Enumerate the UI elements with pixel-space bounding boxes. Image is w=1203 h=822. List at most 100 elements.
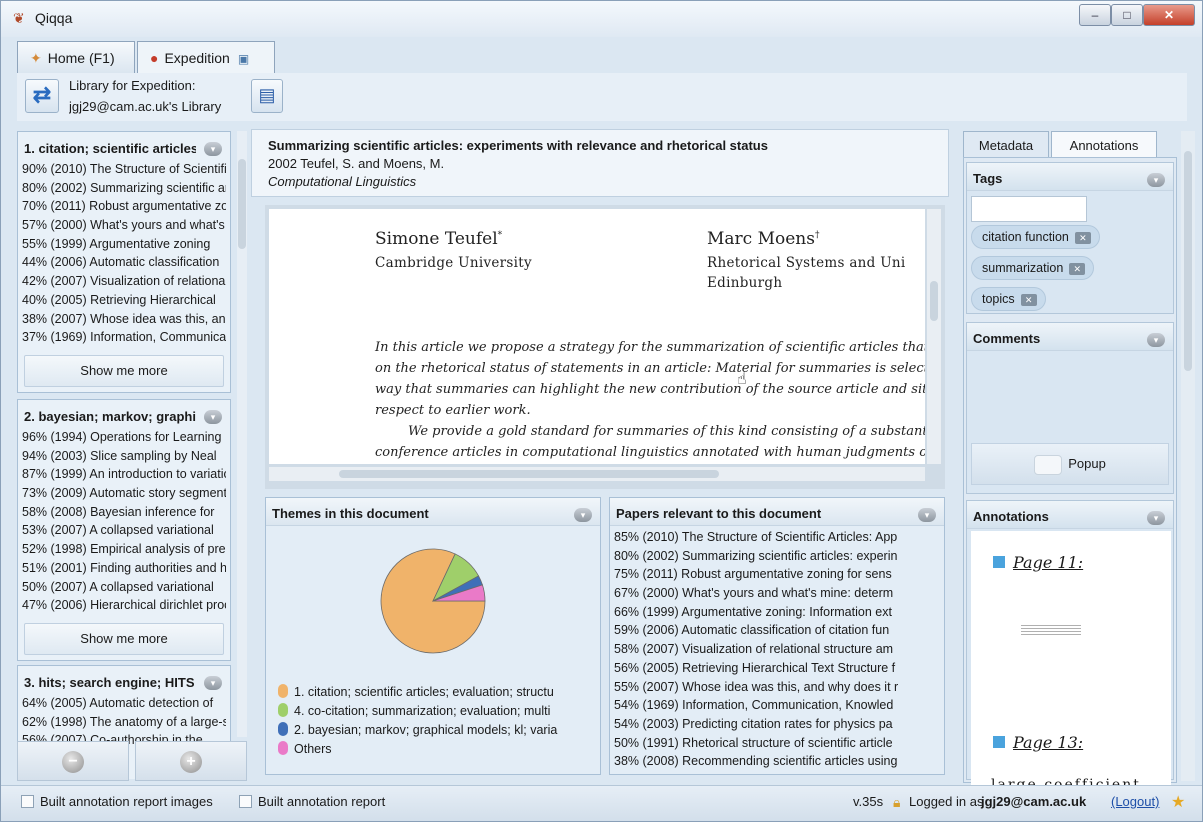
- list-item[interactable]: 54% (2003) Predicting citation rates for…: [614, 717, 924, 736]
- remove-tag-icon[interactable]: ✕: [1020, 294, 1037, 306]
- list-item[interactable]: 64% (2005) Automatic detection of: [18, 696, 226, 715]
- topics-scrollbar[interactable]: [237, 131, 247, 737]
- topic-title[interactable]: 2. bayesian; markov; graphical: [18, 400, 196, 430]
- list-item[interactable]: 58% (2008) Bayesian inference for: [18, 505, 226, 524]
- list-item[interactable]: 50% (1991) Rhetorical structure of scien…: [614, 736, 924, 755]
- properties-scrollbar[interactable]: [1181, 131, 1195, 781]
- collapse-icon[interactable]: ▾: [918, 508, 936, 522]
- topic-title[interactable]: 3. hits; search engine; HITS: [18, 666, 196, 696]
- annotations-list: Page 11: Page 13: large coefficient: [971, 531, 1171, 801]
- remove-tag-icon[interactable]: ✕: [1069, 263, 1086, 275]
- relevant-papers-list: 85% (2010) The Structure of Scientific A…: [610, 526, 944, 773]
- topics-column: 1. citation; scientific articles ▾ 90% (…: [17, 129, 233, 779]
- collapse-icon[interactable]: ▾: [204, 676, 222, 690]
- scroll-thumb[interactable]: [238, 159, 246, 249]
- tab-metadata[interactable]: Metadata: [963, 131, 1049, 157]
- list-item[interactable]: 53% (2007) A collapsed variational: [18, 523, 226, 542]
- annotation-thumbnail[interactable]: [1021, 623, 1081, 635]
- list-item[interactable]: 37% (1969) Information, Communication: [18, 330, 226, 349]
- scroll-thumb[interactable]: [930, 281, 938, 321]
- topic-title[interactable]: 1. citation; scientific articles: [18, 132, 196, 162]
- collapse-icon[interactable]: ▾: [574, 508, 592, 522]
- list-item[interactable]: 51% (2001) Finding authorities and hubs: [18, 561, 226, 580]
- list-item[interactable]: 87% (1999) An introduction to variationa…: [18, 467, 226, 486]
- collapse-icon[interactable]: ▾: [1147, 173, 1165, 187]
- tag-chip[interactable]: citation function ✕: [971, 225, 1100, 249]
- list-item[interactable]: 62% (1998) The anatomy of a large-scale: [18, 715, 226, 734]
- viewer-vertical-scrollbar[interactable]: [927, 209, 941, 464]
- list-item[interactable]: 55% (2007) Whose idea was this, and why …: [614, 680, 924, 699]
- list-item[interactable]: 52% (1998) Empirical analysis of predict…: [18, 542, 226, 561]
- legend-item: 2. bayesian; markov; graphical models; k…: [278, 722, 590, 741]
- tab-expedition[interactable]: ● Expedition ▣: [137, 41, 275, 75]
- list-item[interactable]: 55% (1999) Argumentative zoning: [18, 237, 226, 256]
- list-item[interactable]: 38% (2008) Recommending scientific artic…: [614, 754, 924, 773]
- fewer-topics-button[interactable]: −: [17, 741, 129, 781]
- tab-annotations[interactable]: Annotations: [1051, 131, 1157, 157]
- show-more-button[interactable]: Show me more: [24, 622, 224, 655]
- list-item[interactable]: 73% (2009) Automatic story segmentation: [18, 486, 226, 505]
- list-item[interactable]: 90% (2010) The Structure of Scientific A…: [18, 162, 226, 181]
- author-1: Simone Teufel*: [375, 229, 503, 249]
- lighthouse-icon: ✦: [30, 50, 42, 66]
- list-item[interactable]: 59% (2006) Automatic classification of c…: [614, 623, 924, 642]
- list-item[interactable]: 56% (2005) Retrieving Hierarchical Text …: [614, 661, 924, 680]
- document-authors: 2002 Teufel, S. and Moens, M.: [268, 156, 445, 171]
- list-item[interactable]: 40% (2005) Retrieving Hierarchical: [18, 293, 226, 312]
- list-item[interactable]: 70% (2011) Robust argumentative zoning: [18, 199, 226, 218]
- choose-library-button[interactable]: ▤: [251, 79, 283, 113]
- tag-chip[interactable]: topics ✕: [971, 287, 1046, 311]
- collapse-icon[interactable]: ▾: [1147, 333, 1165, 347]
- minus-icon: −: [62, 751, 84, 773]
- list-item[interactable]: 54% (1969) Information, Communication, K…: [614, 698, 924, 717]
- document-header: Summarizing scientific articles: experim…: [251, 129, 949, 197]
- viewer-horizontal-scrollbar[interactable]: [269, 467, 925, 481]
- tag-input[interactable]: [971, 196, 1087, 222]
- annotation-link[interactable]: Page 11:: [993, 553, 1083, 572]
- list-item[interactable]: 96% (1994) Operations for Learning: [18, 430, 226, 449]
- star-icon[interactable]: ★: [1171, 792, 1185, 812]
- pdf-viewer[interactable]: Simone Teufel* Cambridge University Marc…: [265, 205, 945, 489]
- tab-home[interactable]: ✦ Home (F1): [17, 41, 135, 73]
- list-item[interactable]: 80% (2002) Summarizing scientific articl…: [614, 549, 924, 568]
- popup-button[interactable]: Popup: [971, 443, 1169, 485]
- annotation-link[interactable]: Page 13:: [993, 733, 1083, 752]
- maximize-button[interactable]: □: [1111, 4, 1143, 26]
- refresh-button[interactable]: ⇄: [25, 79, 59, 113]
- list-item[interactable]: 50% (2007) A collapsed variational: [18, 580, 226, 599]
- scroll-thumb[interactable]: [339, 470, 719, 478]
- list-item[interactable]: 47% (2006) Hierarchical dirichlet proces…: [18, 598, 226, 617]
- list-item[interactable]: 38% (2007) Whose idea was this, and: [18, 312, 226, 331]
- themes-panel: Themes in this document ▾ 1. citation; s…: [265, 497, 601, 775]
- list-item[interactable]: 75% (2011) Robust argumentative zoning f…: [614, 567, 924, 586]
- tab-close-icon[interactable]: ▣: [238, 52, 249, 66]
- scroll-thumb[interactable]: [1184, 151, 1192, 371]
- list-item[interactable]: 58% (2007) Visualization of relational s…: [614, 642, 924, 661]
- topics-footer: − +: [17, 739, 249, 783]
- comments-title: Comments: [967, 323, 1173, 351]
- remove-tag-icon[interactable]: ✕: [1074, 232, 1091, 244]
- pdf-page: Simone Teufel* Cambridge University Marc…: [269, 209, 925, 464]
- status-checkbox: [239, 795, 252, 808]
- list-item[interactable]: 57% (2000) What's yours and what's mine: [18, 218, 226, 237]
- list-item[interactable]: 85% (2010) The Structure of Scientific A…: [614, 530, 924, 549]
- minimize-button[interactable]: –: [1079, 4, 1111, 26]
- tag-chip[interactable]: summarization ✕: [971, 256, 1095, 280]
- logout-link[interactable]: (Logout): [1111, 794, 1159, 809]
- more-topics-button[interactable]: +: [135, 741, 247, 781]
- speech-bubble-icon: [1034, 454, 1063, 475]
- document-title[interactable]: Summarizing scientific articles: experim…: [268, 138, 932, 153]
- collapse-icon[interactable]: ▾: [1147, 511, 1165, 525]
- list-item[interactable]: 94% (2003) Slice sampling by Neal: [18, 449, 226, 468]
- show-more-button[interactable]: Show me more: [24, 354, 224, 387]
- collapse-icon[interactable]: ▾: [204, 410, 222, 424]
- list-item[interactable]: 44% (2006) Automatic classification: [18, 255, 226, 274]
- list-item[interactable]: 80% (2002) Summarizing scientific articl…: [18, 181, 226, 200]
- list-item[interactable]: 66% (1999) Argumentative zoning: Informa…: [614, 605, 924, 624]
- legend-item: Others: [278, 741, 590, 760]
- collapse-icon[interactable]: ▾: [204, 142, 222, 156]
- list-item[interactable]: 67% (2000) What's yours and what's mine:…: [614, 586, 924, 605]
- list-item[interactable]: 42% (2007) Visualization of relational: [18, 274, 226, 293]
- close-button[interactable]: ✕: [1143, 4, 1195, 26]
- affiliation-1: Cambridge University: [375, 255, 532, 271]
